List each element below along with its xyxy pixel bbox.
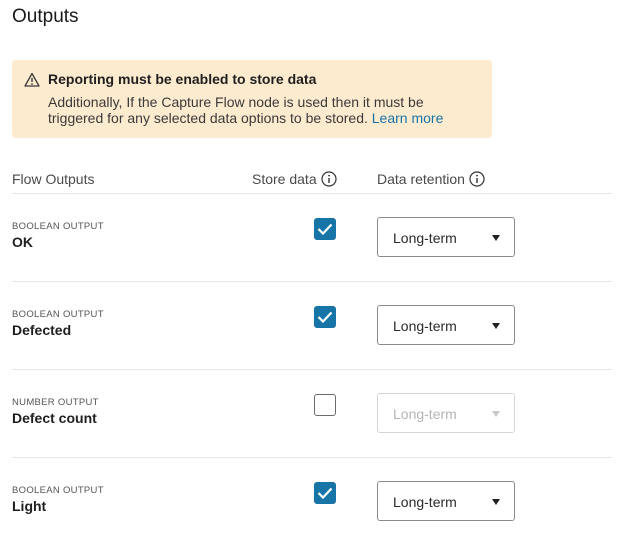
store-data-checkbox[interactable]: [314, 218, 336, 240]
table-row: BOOLEAN OUTPUT Light Long-term: [12, 457, 612, 540]
checkmark-icon: [317, 223, 333, 236]
output-type-label: BOOLEAN OUTPUT: [12, 221, 104, 232]
warning-icon: [24, 72, 40, 87]
store-data-checkbox[interactable]: [314, 306, 336, 328]
data-retention-header-label: Data retention: [377, 171, 465, 187]
output-name: Light: [12, 498, 47, 514]
data-retention-select[interactable]: Long-term: [377, 481, 515, 521]
data-retention-select[interactable]: Long-term: [377, 217, 515, 257]
store-data-header: Store data: [252, 171, 337, 187]
table-row: BOOLEAN OUTPUT Defected Long-term: [12, 281, 612, 369]
outputs-page: Outputs Reporting must be enabled to sto…: [0, 0, 626, 540]
data-retention-value: Long-term: [393, 230, 457, 246]
checkmark-icon: [317, 311, 333, 324]
caret-down-icon: [492, 411, 500, 417]
output-type-label: BOOLEAN OUTPUT: [12, 485, 104, 496]
learn-more-link[interactable]: Learn more: [372, 110, 444, 126]
page-title: Outputs: [12, 6, 79, 27]
output-name: Defected: [12, 322, 72, 338]
data-retention-header: Data retention: [377, 171, 485, 187]
data-retention-value: Long-term: [393, 318, 457, 334]
output-name: Defect count: [12, 410, 97, 426]
table-row: BOOLEAN OUTPUT OK Long-term: [12, 193, 612, 281]
caret-down-icon: [492, 323, 500, 329]
data-retention-value: Long-term: [393, 406, 457, 422]
checkmark-icon: [317, 487, 333, 500]
reporting-alert: Reporting must be enabled to store data …: [12, 60, 492, 138]
output-type-label: BOOLEAN OUTPUT: [12, 309, 104, 320]
data-retention-select: Long-term: [377, 393, 515, 433]
table-row: NUMBER OUTPUT Defect count Long-term: [12, 369, 612, 457]
data-retention-info-icon[interactable]: [469, 171, 485, 187]
store-data-header-label: Store data: [252, 171, 317, 187]
data-retention-value: Long-term: [393, 494, 457, 510]
output-name: OK: [12, 234, 33, 250]
alert-body: Additionally, If the Capture Flow node i…: [48, 94, 468, 126]
alert-title: Reporting must be enabled to store data: [48, 71, 317, 87]
data-retention-select[interactable]: Long-term: [377, 305, 515, 345]
store-data-checkbox[interactable]: [314, 482, 336, 504]
alert-body-text: Additionally, If the Capture Flow node i…: [48, 94, 424, 126]
table-header: Flow Outputs Store data Data retention: [12, 170, 612, 194]
store-data-info-icon[interactable]: [321, 171, 337, 187]
store-data-checkbox[interactable]: [314, 394, 336, 416]
output-type-label: NUMBER OUTPUT: [12, 397, 99, 408]
caret-down-icon: [492, 235, 500, 241]
caret-down-icon: [492, 499, 500, 505]
flow-outputs-header: Flow Outputs: [12, 171, 95, 187]
